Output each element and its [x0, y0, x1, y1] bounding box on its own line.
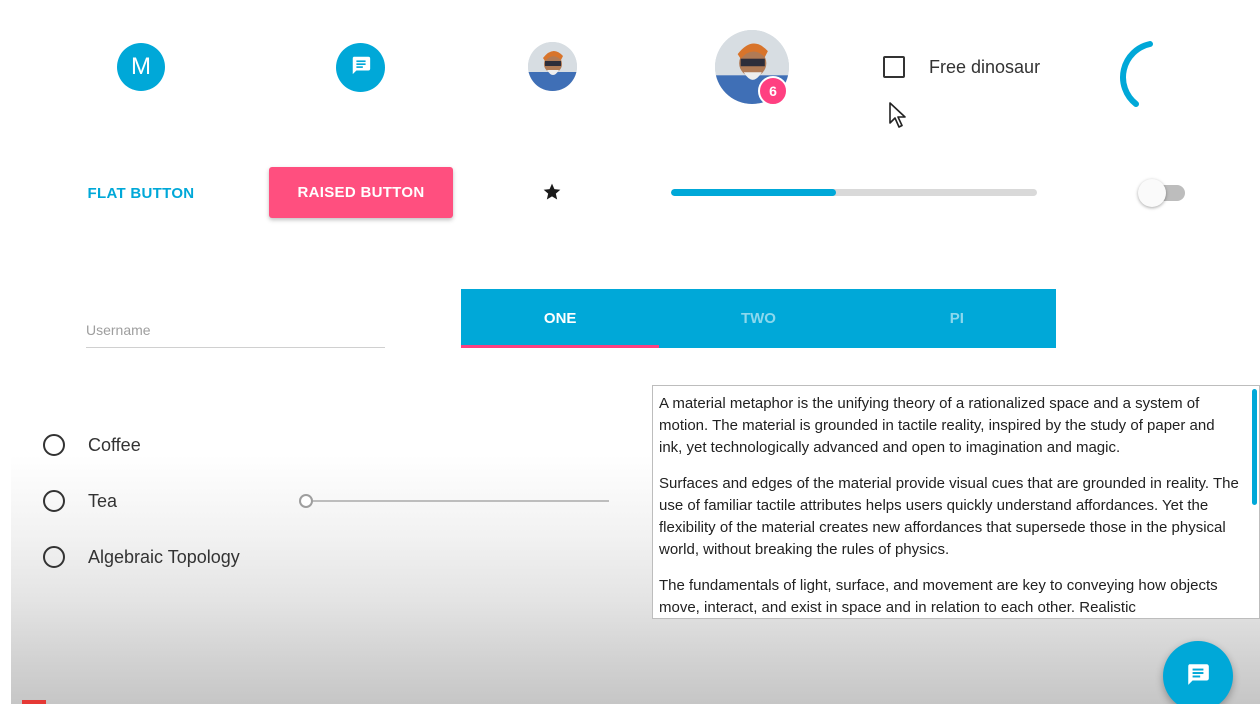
floating-action-button[interactable]: [1163, 641, 1233, 704]
radio-label: Tea: [88, 490, 118, 511]
free-dinosaur-checkbox[interactable]: [883, 56, 905, 78]
notification-badge: 6: [758, 76, 788, 106]
chat-icon: [1185, 661, 1211, 692]
scrollable-text-area[interactable]: A material metaphor is the unifying theo…: [652, 385, 1260, 619]
progress-bar-fill: [671, 189, 836, 196]
icon-avatar: [336, 43, 385, 92]
radio-button[interactable]: [43, 434, 65, 456]
radio-label: Coffee: [88, 434, 141, 455]
scrollbar-thumb[interactable]: [1252, 389, 1257, 505]
username-input[interactable]: [86, 312, 385, 348]
paragraph: The fundamentals of light, surface, and …: [659, 577, 1218, 616]
radio-option-tea[interactable]: Tea: [43, 490, 117, 512]
toggle-thumb[interactable]: [1138, 179, 1166, 207]
person-photo-icon: [528, 42, 577, 91]
left-edge-strip: [0, 455, 11, 704]
checkbox-label: Free dinosaur: [929, 57, 1041, 77]
slider-track[interactable]: [306, 500, 609, 502]
text-area-content: A material metaphor is the unifying theo…: [653, 386, 1259, 618]
tab-one[interactable]: ONE: [461, 289, 659, 348]
radio-button[interactable]: [43, 490, 65, 512]
letter-avatar: M: [117, 43, 165, 91]
radio-button[interactable]: [43, 546, 65, 568]
progress-bar: [671, 189, 1037, 196]
tab-bar: ONE TWO PI: [461, 289, 1056, 348]
slider-thumb[interactable]: [299, 494, 313, 508]
tab-pi[interactable]: PI: [858, 289, 1056, 348]
paragraph: Surfaces and edges of the material provi…: [659, 475, 1239, 558]
photo-avatar: [528, 42, 577, 91]
video-progress-marker: [22, 700, 46, 704]
radio-label: Algebraic Topology: [88, 546, 240, 567]
raised-button[interactable]: RAISED BUTTON: [269, 167, 453, 218]
loading-spinner: [1112, 36, 1192, 121]
badge-count: 6: [769, 83, 777, 99]
mouse-pointer-icon: [888, 101, 908, 134]
material-demo-page: M 6 Free dinosaur FLAT BUTTON RAISED BUT…: [0, 0, 1260, 704]
chat-icon: [350, 54, 372, 81]
paragraph: A material metaphor is the unifying theo…: [659, 395, 1215, 456]
active-tab-indicator: [461, 345, 659, 348]
avatar-letter: M: [131, 53, 151, 80]
radio-option-coffee[interactable]: Coffee: [43, 434, 141, 456]
radio-option-algebraic-topology[interactable]: Algebraic Topology: [43, 546, 240, 568]
star-icon[interactable]: [539, 179, 565, 205]
flat-button[interactable]: FLAT BUTTON: [72, 172, 210, 214]
tab-two[interactable]: TWO: [659, 289, 857, 348]
